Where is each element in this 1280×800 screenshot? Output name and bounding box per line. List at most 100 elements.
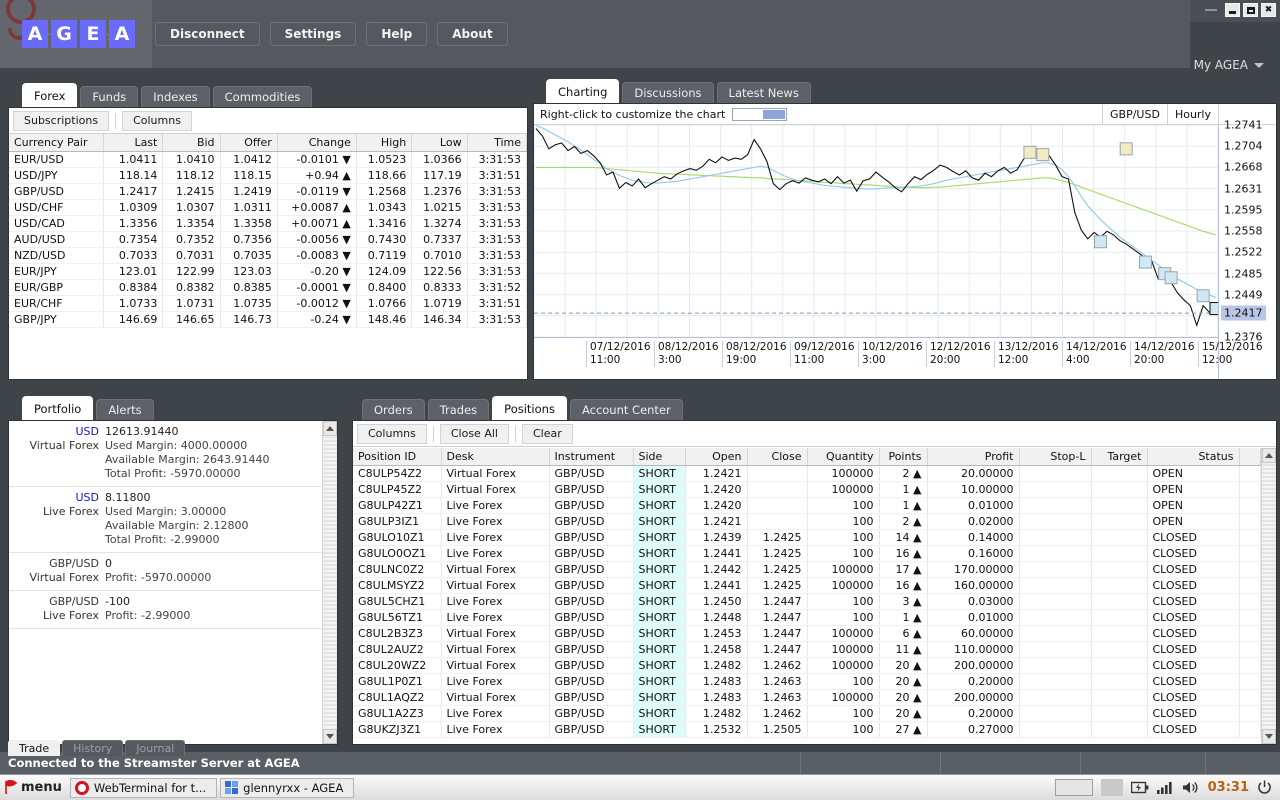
positions-column-header[interactable]: Instrument: [549, 448, 634, 466]
positions-column-header[interactable]: Quantity: [807, 448, 880, 466]
quotes-column-header[interactable]: Time: [467, 134, 528, 152]
positions-row[interactable]: G8UL1P0Z1 Live Forex GBP/USD SHORT 1.2483 1.2…: [353, 673, 1261, 690]
close-button[interactable]: ✖: [1261, 3, 1276, 17]
chart-instrument-label[interactable]: GBP/USD: [1102, 103, 1167, 125]
quotes-row[interactable]: EUR/CHF 1.0733 1.0731 1.0735 -0.0012 ▼ 1.0766…: [9, 295, 528, 312]
quotes-column-header[interactable]: High: [356, 134, 413, 152]
settings-button[interactable]: Settings: [269, 22, 357, 46]
scroll-down-button[interactable]: [1262, 729, 1276, 744]
my-agea-menu[interactable]: My AGEA: [1194, 58, 1264, 72]
tab-portfolio[interactable]: Portfolio: [22, 396, 94, 420]
positions-column-header[interactable]: Stop-L: [1019, 448, 1092, 466]
positions-column-header[interactable]: Open: [685, 448, 748, 466]
tab-positions[interactable]: Positions: [492, 396, 567, 420]
quotes-row[interactable]: EUR/JPY 123.01 122.99 123.03 -0.20 ▼ 124.09 12…: [9, 263, 528, 280]
positions-column-header[interactable]: Status: [1147, 448, 1240, 466]
quotes-row[interactable]: NZD/USD 0.7033 0.7031 0.7035 -0.0083 ▼ 0.7119…: [9, 247, 528, 264]
positions-column-header[interactable]: Desk: [441, 448, 550, 466]
tab-forex[interactable]: Forex: [22, 83, 78, 107]
chart-plot-area[interactable]: 1.2741 1.2704 1.2668 1.2631 1.2595 1.2558 1.25…: [534, 119, 1276, 379]
positions-row[interactable]: C8UL1AQZ2 Virtual Forex GBP/USD SHORT 1.2483…: [353, 689, 1261, 706]
quotes-row[interactable]: USD/CAD 1.3356 1.3354 1.3358 +0.0071 ▲ 1.3416…: [9, 215, 528, 232]
portfolio-account-row[interactable]: USD Live Forex 8.11800 Used Margin: 3.00000…: [9, 487, 322, 553]
power-icon[interactable]: [1257, 780, 1272, 795]
positions-row[interactable]: C8ULNC0Z2 Virtual Forex GBP/USD SHORT 1.2442…: [353, 561, 1261, 578]
maximize-button[interactable]: [1243, 3, 1258, 17]
tab-commodities[interactable]: Commodities: [212, 86, 313, 107]
signal-icon[interactable]: [1156, 781, 1174, 794]
tab-discussions[interactable]: Discussions: [622, 82, 714, 103]
quotes-row[interactable]: USD/JPY 118.14 118.12 118.15 +0.94 ▲ 118.66 11…: [9, 167, 528, 184]
positions-row[interactable]: C8UL2AUZ2 Virtual Forex GBP/USD SHORT 1.2458…: [353, 641, 1261, 658]
positions-row[interactable]: G8UL5CHZ1 Live Forex GBP/USD SHORT 1.2450 1.2…: [353, 593, 1261, 610]
positions-row[interactable]: G8UL56TZ1 Live Forex GBP/USD SHORT 1.2448 1.2…: [353, 609, 1261, 626]
positions-row[interactable]: G8ULO10Z1 Live Forex GBP/USD SHORT 1.2439 1.2…: [353, 529, 1261, 546]
positions-column-header[interactable]: Position ID: [353, 448, 442, 466]
tab-charting[interactable]: Charting: [546, 79, 620, 103]
subscriptions-button[interactable]: Subscriptions: [13, 110, 110, 131]
chart-zoom-slider[interactable]: [732, 107, 788, 121]
positions-row[interactable]: G8UL1A2Z3 Live Forex GBP/USD SHORT 1.2482 1.2…: [353, 705, 1261, 722]
taskbar-item-agea[interactable]: glennyrxx - AGEA: [220, 777, 355, 798]
positions-row[interactable]: G8UKZJ3Z1 Live Forex GBP/USD SHORT 1.2532 1.2…: [353, 721, 1261, 738]
chart-timeframe-label[interactable]: Hourly: [1166, 103, 1218, 125]
minimize-button[interactable]: [1225, 3, 1240, 17]
scroll-up-button[interactable]: [1262, 448, 1276, 463]
tab-trades[interactable]: Trades: [427, 399, 490, 420]
tab-alerts[interactable]: Alerts: [96, 399, 154, 420]
about-button[interactable]: About: [437, 22, 508, 46]
help-button[interactable]: Help: [366, 22, 428, 46]
tab-trade[interactable]: Trade: [8, 740, 61, 756]
positions-column-header[interactable]: Points: [879, 448, 928, 466]
disconnect-button[interactable]: Disconnect: [155, 22, 260, 46]
positions-row[interactable]: G8ULP3IZ1 Live Forex GBP/USD SHORT 1.2421 100…: [353, 513, 1261, 530]
quotes-column-header[interactable]: Last: [103, 134, 164, 152]
positions-column-header[interactable]: Side: [633, 448, 686, 466]
tab-orders[interactable]: Orders: [362, 399, 425, 420]
scroll-down-button[interactable]: [323, 729, 337, 744]
positions-row[interactable]: C8ULP54Z2 Virtual Forex GBP/USD SHORT 1.2421…: [353, 465, 1261, 482]
close-all-button[interactable]: Close All: [439, 423, 509, 444]
positions-row[interactable]: G8ULO0OZ1 Live Forex GBP/USD SHORT 1.2441 1.2…: [353, 545, 1261, 562]
quotes-column-header[interactable]: Offer: [220, 134, 278, 152]
quotes-row[interactable]: AUD/USD 0.7354 0.7352 0.7356 -0.0056 ▼ 0.7430…: [9, 231, 528, 248]
volume-icon[interactable]: [1182, 781, 1200, 794]
tray-box-icon[interactable]: [1054, 779, 1093, 796]
positions-columns-button[interactable]: Columns: [357, 423, 427, 444]
tray-box2-icon[interactable]: [1100, 779, 1123, 796]
clear-button[interactable]: Clear: [521, 423, 573, 444]
portfolio-account-row[interactable]: USD Virtual Forex 12613.91440 Used Margin: …: [9, 421, 322, 487]
tab-account-center[interactable]: Account Center: [569, 399, 683, 420]
positions-scrollbar[interactable]: [1261, 448, 1276, 744]
positions-row[interactable]: C8UL2B3Z3 Virtual Forex GBP/USD SHORT 1.2453…: [353, 625, 1261, 642]
positions-column-header[interactable]: Profit: [927, 448, 1020, 466]
quotes-row[interactable]: GBP/USD 1.2417 1.2415 1.2419 -0.0119 ▼ 1.2568…: [9, 183, 528, 200]
taskbar-item-webterminal[interactable]: WebTerminal for t...: [69, 777, 218, 798]
positions-row[interactable]: C8ULP45Z2 Virtual Forex GBP/USD SHORT 1.2420…: [353, 481, 1261, 498]
tab-latest-news[interactable]: Latest News: [716, 82, 811, 103]
positions-row[interactable]: C8UL20WZ2 Virtual Forex GBP/USD SHORT 1.2482…: [353, 657, 1261, 674]
portfolio-account-row[interactable]: GBP/USD Live Forex -100 Profit: -2.99000: [9, 591, 322, 629]
quotes-row[interactable]: EUR/USD 1.0411 1.0410 1.0412 -0.0101 ▼ 1.0523…: [9, 151, 528, 168]
portfolio-account-row[interactable]: GBP/USD Virtual Forex 0 Profit: -5970.00000: [9, 553, 322, 591]
scroll-up-button[interactable]: [323, 421, 337, 436]
quotes-column-header[interactable]: Currency Pair: [9, 134, 105, 152]
quotes-row[interactable]: EUR/GBP 0.8384 0.8382 0.8385 -0.0001 ▼ 0.8400…: [9, 279, 528, 296]
positions-row[interactable]: C8ULMSYZ2 Virtual Forex GBP/USD SHORT 1.2441…: [353, 577, 1261, 594]
tab-funds[interactable]: Funds: [80, 86, 139, 107]
quotes-column-header[interactable]: Low: [411, 134, 468, 152]
tab-indexes[interactable]: Indexes: [141, 86, 210, 107]
columns-button[interactable]: Columns: [122, 110, 192, 131]
tab-history[interactable]: History: [62, 740, 124, 756]
battery-icon[interactable]: [1130, 781, 1149, 794]
quotes-row[interactable]: USD/CHF 1.0309 1.0307 1.0311 +0.0087 ▲ 1.0343…: [9, 199, 528, 216]
positions-column-header[interactable]: Close: [747, 448, 808, 466]
start-menu-button[interactable]: menu: [0, 780, 70, 795]
quotes-row[interactable]: GBP/JPY 146.69 146.65 146.73 -0.24 ▼ 148.46 14…: [9, 311, 528, 328]
tab-journal[interactable]: Journal: [125, 740, 186, 756]
quotes-column-header[interactable]: Change: [277, 134, 357, 152]
positions-column-header[interactable]: Target: [1091, 448, 1148, 466]
quotes-column-header[interactable]: Bid: [162, 134, 221, 152]
portfolio-scrollbar[interactable]: [322, 421, 337, 744]
positions-row[interactable]: G8ULP42Z1 Live Forex GBP/USD SHORT 1.2420 100…: [353, 497, 1261, 514]
